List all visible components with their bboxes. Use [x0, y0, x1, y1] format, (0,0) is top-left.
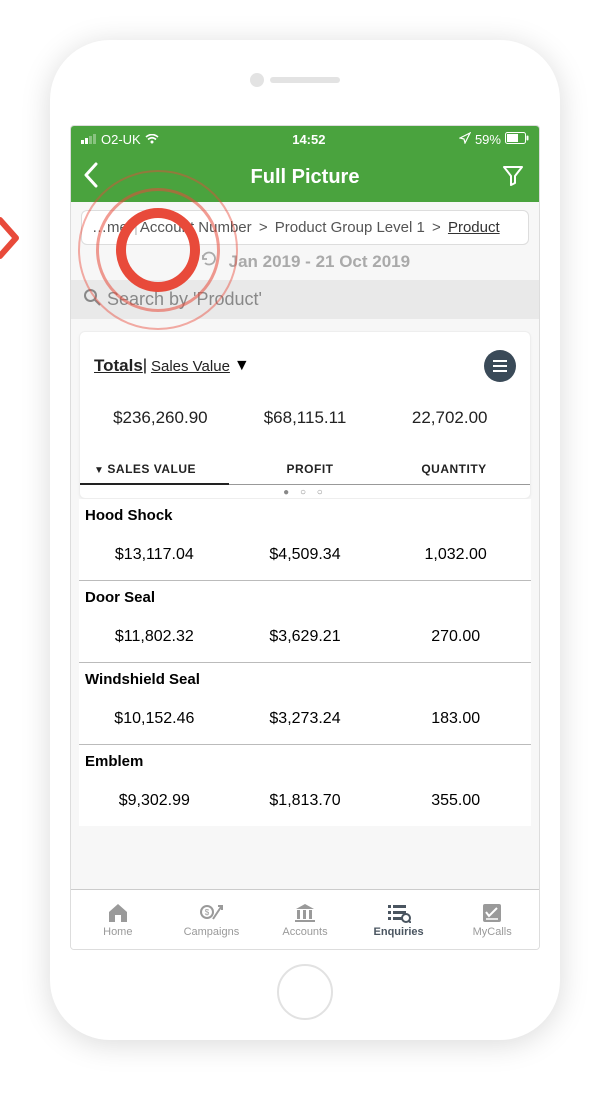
column-header-sales[interactable]: ▼SALES VALUE — [84, 462, 238, 476]
refresh-icon — [200, 252, 223, 271]
row-name[interactable]: Emblem — [79, 744, 531, 772]
tab-label: Campaigns — [184, 926, 240, 938]
totals-pipe: | — [143, 357, 147, 375]
table-row[interactable]: $13,117.04 $4,509.34 1,032.00 — [79, 526, 531, 580]
table-row[interactable]: $11,802.32 $3,629.21 270.00 — [79, 608, 531, 662]
screen: O2-UK 14:52 59% Full Picture — [70, 125, 540, 950]
cell-quantity: 270.00 — [380, 628, 531, 646]
breadcrumb[interactable]: …me |Account Number > Product Group Leve… — [81, 210, 529, 245]
mycalls-icon — [479, 902, 505, 924]
enquiries-icon — [386, 902, 412, 924]
breadcrumb-prefix: …me — [92, 219, 128, 236]
totals-card: Totals | Sales Value ▼ $236,260.90 $68,1… — [79, 331, 531, 499]
cell-sales: $9,302.99 — [79, 792, 230, 810]
column-header-profit[interactable]: PROFIT — [238, 462, 382, 476]
breadcrumb-item-account-number[interactable]: Account Number — [140, 219, 252, 236]
row-name[interactable]: Door Seal — [79, 580, 531, 608]
battery-percent-label: 59% — [475, 132, 501, 147]
menu-button[interactable] — [484, 350, 516, 382]
cell-profit: $4,509.34 — [230, 546, 381, 564]
totals-sales-value: $236,260.90 — [88, 408, 233, 428]
home-hardware-button[interactable] — [277, 964, 333, 1020]
totals-profit-value: $68,115.11 — [233, 408, 378, 428]
breadcrumb-item-product[interactable]: Product — [448, 219, 500, 236]
cell-profit: $3,273.24 — [230, 710, 381, 728]
accounts-icon — [292, 902, 318, 924]
date-range[interactable]: Jan 2019 - 21 Oct 2019 — [71, 245, 539, 280]
table-row[interactable]: $9,302.99 $1,813.70 355.00 — [79, 772, 531, 826]
column-header-sales-label: SALES VALUE — [107, 462, 196, 476]
totals-metric-picker[interactable]: Sales Value — [151, 358, 230, 375]
tab-accounts[interactable]: Accounts — [258, 890, 352, 949]
cell-profit: $3,629.21 — [230, 628, 381, 646]
cell-quantity: 1,032.00 — [380, 546, 531, 564]
cell-sales: $10,152.46 — [79, 710, 230, 728]
location-icon — [459, 132, 471, 147]
carrier-label: O2-UK — [101, 132, 141, 147]
cell-quantity: 183.00 — [380, 710, 531, 728]
tab-label: MyCalls — [473, 926, 512, 938]
campaigns-icon: $ — [198, 902, 224, 924]
phone-hardware-top — [50, 40, 560, 120]
breadcrumb-chevron: > — [259, 219, 268, 236]
tab-bar: Home $ Campaigns Accounts Enquiries MyCa… — [71, 889, 539, 949]
battery-icon — [505, 132, 529, 147]
table-row[interactable]: $10,152.46 $3,273.24 183.00 — [79, 690, 531, 744]
hamburger-icon — [492, 356, 508, 377]
clock-label: 14:52 — [292, 132, 325, 147]
search-bar[interactable]: Search by 'Product' — [71, 280, 539, 319]
nav-bar: Full Picture — [71, 152, 539, 202]
cell-quantity: 355.00 — [380, 792, 531, 810]
tab-mycalls[interactable]: MyCalls — [445, 890, 539, 949]
filter-button[interactable] — [501, 163, 525, 192]
camera-dot — [250, 73, 264, 87]
tab-label: Home — [103, 926, 132, 938]
home-icon — [105, 902, 131, 924]
column-headers: ▼SALES VALUE PROFIT QUANTITY — [80, 452, 530, 485]
date-range-label: Jan 2019 - 21 Oct 2019 — [229, 252, 410, 271]
callout-arrow-icon — [0, 216, 24, 265]
back-button[interactable] — [83, 162, 99, 193]
data-rows: Hood Shock $13,117.04 $4,509.34 1,032.00… — [79, 499, 531, 826]
page-title: Full Picture — [71, 166, 539, 189]
cell-profit: $1,813.70 — [230, 792, 381, 810]
breadcrumb-separator: | — [134, 219, 138, 236]
row-name[interactable]: Windshield Seal — [79, 662, 531, 690]
cell-sales: $13,117.04 — [79, 546, 230, 564]
totals-title[interactable]: Totals — [94, 356, 143, 376]
breadcrumb-chevron: > — [432, 219, 441, 236]
cell-sales: $11,802.32 — [79, 628, 230, 646]
row-name[interactable]: Hood Shock — [79, 499, 531, 526]
sort-down-icon: ▼ — [94, 465, 104, 476]
speaker-slit — [270, 77, 340, 83]
column-header-quantity[interactable]: QUANTITY — [382, 462, 526, 476]
tab-campaigns[interactable]: $ Campaigns — [165, 890, 259, 949]
chevron-down-icon[interactable]: ▼ — [234, 357, 250, 375]
totals-quantity-value: 22,702.00 — [377, 408, 522, 428]
status-bar: O2-UK 14:52 59% — [71, 126, 539, 152]
signal-icon — [81, 132, 97, 147]
tab-label: Accounts — [282, 926, 327, 938]
wifi-icon — [145, 132, 159, 147]
tab-home[interactable]: Home — [71, 890, 165, 949]
tab-label: Enquiries — [374, 926, 424, 938]
search-placeholder: Search by 'Product' — [107, 289, 262, 310]
phone-frame: O2-UK 14:52 59% Full Picture — [50, 40, 560, 1040]
search-icon — [83, 288, 101, 311]
svg-text:$: $ — [205, 908, 210, 917]
breadcrumb-item-product-group[interactable]: Product Group Level 1 — [275, 219, 425, 236]
tab-enquiries[interactable]: Enquiries — [352, 890, 446, 949]
pagination-dots[interactable]: ● ○ ○ — [80, 487, 530, 498]
